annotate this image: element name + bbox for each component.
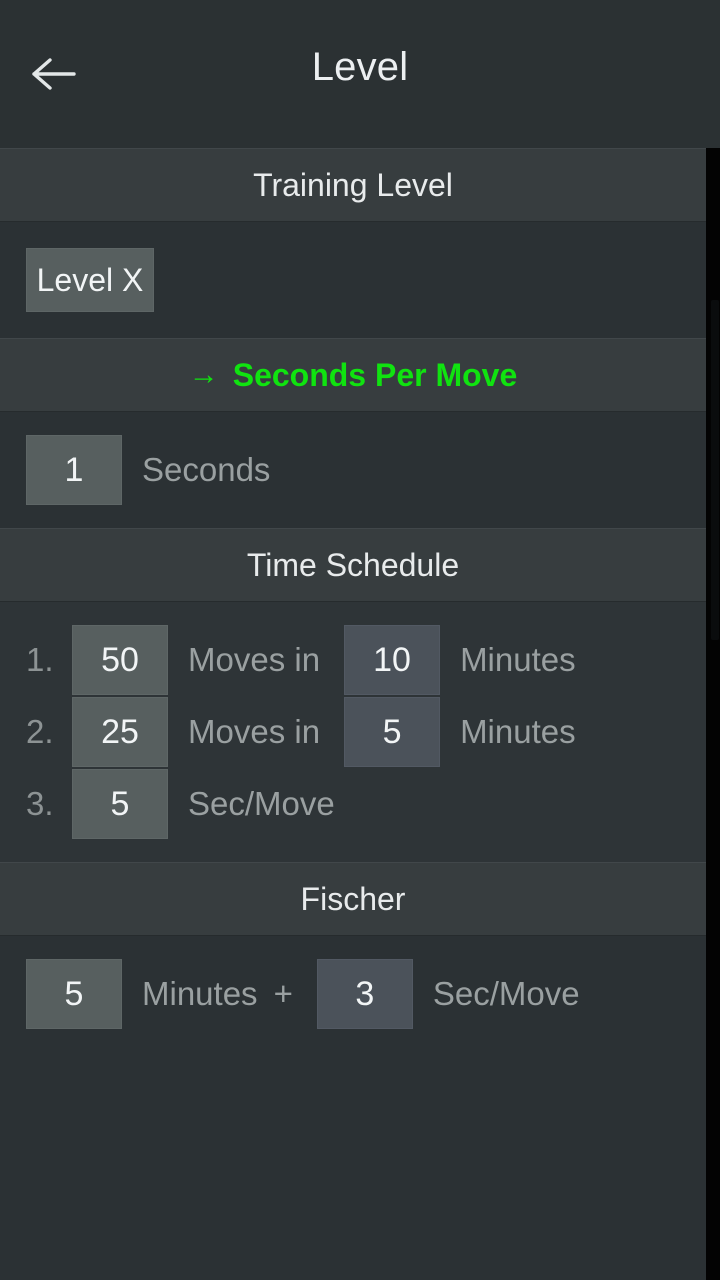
section-header-time-schedule: Time Schedule xyxy=(0,528,706,602)
seconds-per-move-label: Seconds xyxy=(142,451,271,488)
section-title-seconds-per-move: Seconds Per Move xyxy=(232,356,518,393)
section-title-time-schedule: Time Schedule xyxy=(246,546,460,583)
arrow-right-icon: → xyxy=(188,358,219,391)
fischer-row: 5 Minutes + 3 Sec/Move xyxy=(0,958,706,1030)
section-title-training-level: Training Level xyxy=(253,166,453,203)
moves-value[interactable]: 5 xyxy=(72,769,168,839)
time-label: Minutes xyxy=(460,713,576,750)
section-header-seconds-per-move[interactable]: → Seconds Per Move xyxy=(0,338,706,412)
time-value[interactable]: 10 xyxy=(344,625,441,695)
moves-value[interactable]: 25 xyxy=(72,697,168,767)
section-body-fischer: 5 Minutes + 3 Sec/Move xyxy=(0,936,706,1052)
seconds-per-move-row: 1 Seconds xyxy=(0,434,706,506)
section-header-fischer: Fischer xyxy=(0,862,706,936)
row-index: 2. xyxy=(26,713,54,750)
time-schedule-row: 3. 5 Sec/Move xyxy=(0,768,706,840)
settings-content: Training Level Level X → Seconds Per Mov… xyxy=(0,148,706,1280)
section-body-seconds-per-move: 1 Seconds xyxy=(0,412,706,528)
moves-label: Moves in xyxy=(188,713,321,750)
fischer-minutes-label: Minutes xyxy=(142,975,258,1012)
time-schedule-row: 1. 50 Moves in 10 Minutes xyxy=(0,624,706,696)
time-label: Minutes xyxy=(460,641,576,678)
time-value[interactable]: 5 xyxy=(344,697,441,767)
scrollbar-track[interactable] xyxy=(706,148,720,1280)
fischer-minutes-value[interactable]: 5 xyxy=(26,959,122,1029)
page-title: Level xyxy=(311,45,409,89)
fischer-increment-value[interactable]: 3 xyxy=(316,959,413,1029)
scrollbar-thumb[interactable] xyxy=(711,300,719,640)
section-header-training-level: Training Level xyxy=(0,148,706,222)
training-level-row: Level X xyxy=(0,244,706,316)
row-index: 1. xyxy=(26,641,54,678)
section-title-fischer: Fischer xyxy=(300,880,406,917)
plus-sign: + xyxy=(273,975,293,1012)
level-settings-screen: Level Training Level Level X → Seconds P… xyxy=(0,0,720,1280)
app-bar: Level xyxy=(0,0,720,148)
row-index: 3. xyxy=(26,785,54,822)
time-schedule-row: 2. 25 Moves in 5 Minutes xyxy=(0,696,706,768)
section-body-time-schedule: 1. 50 Moves in 10 Minutes 2. 25 Moves in… xyxy=(0,602,706,862)
seconds-per-move-value[interactable]: 1 xyxy=(26,435,122,505)
fischer-increment-label: Sec/Move xyxy=(432,975,580,1012)
training-level-button[interactable]: Level X xyxy=(26,248,154,312)
moves-value[interactable]: 50 xyxy=(72,625,168,695)
moves-label: Sec/Move xyxy=(188,785,335,822)
section-body-training-level: Level X xyxy=(0,222,706,338)
moves-label: Moves in xyxy=(188,641,321,678)
